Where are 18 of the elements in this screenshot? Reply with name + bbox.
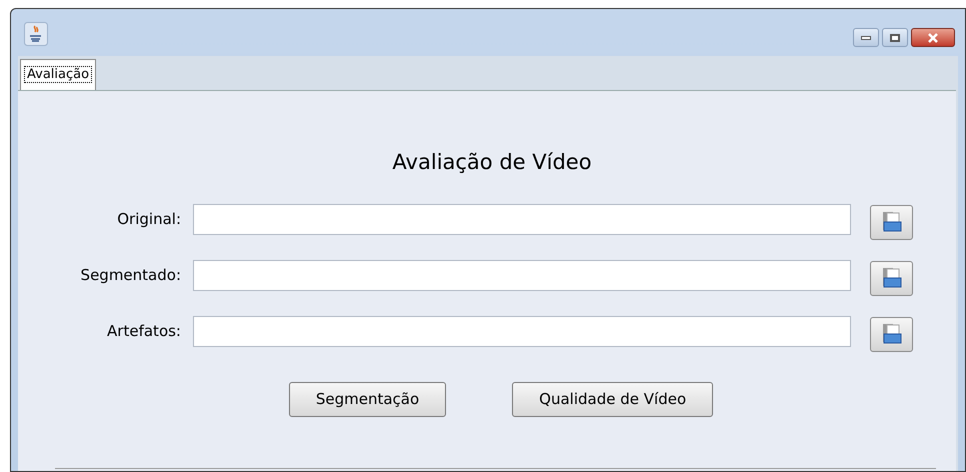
action-button[interactable]: Segmentação: [288, 382, 446, 416]
tab[interactable]: Avaliação: [20, 59, 96, 90]
minimize-button[interactable]: [853, 28, 879, 47]
input-field[interactable]: [193, 316, 851, 346]
app-icon: [24, 22, 48, 46]
field-label: Segmentado:: [80, 264, 182, 286]
close-icon: [927, 32, 939, 42]
browse-button[interactable]: [870, 316, 913, 352]
action-button[interactable]: Qualidade de Vídeo: [512, 382, 714, 416]
maximize-button[interactable]: [882, 28, 908, 47]
close-button[interactable]: [911, 28, 955, 47]
input-field[interactable]: [193, 204, 851, 234]
form-title: Avaliação de Vídeo: [391, 149, 592, 176]
field-label: Artefatos:: [106, 320, 182, 342]
input-field[interactable]: [193, 260, 851, 290]
browse-button[interactable]: [870, 260, 913, 296]
field-label: Original:: [116, 208, 182, 230]
browse-button[interactable]: [870, 204, 913, 240]
